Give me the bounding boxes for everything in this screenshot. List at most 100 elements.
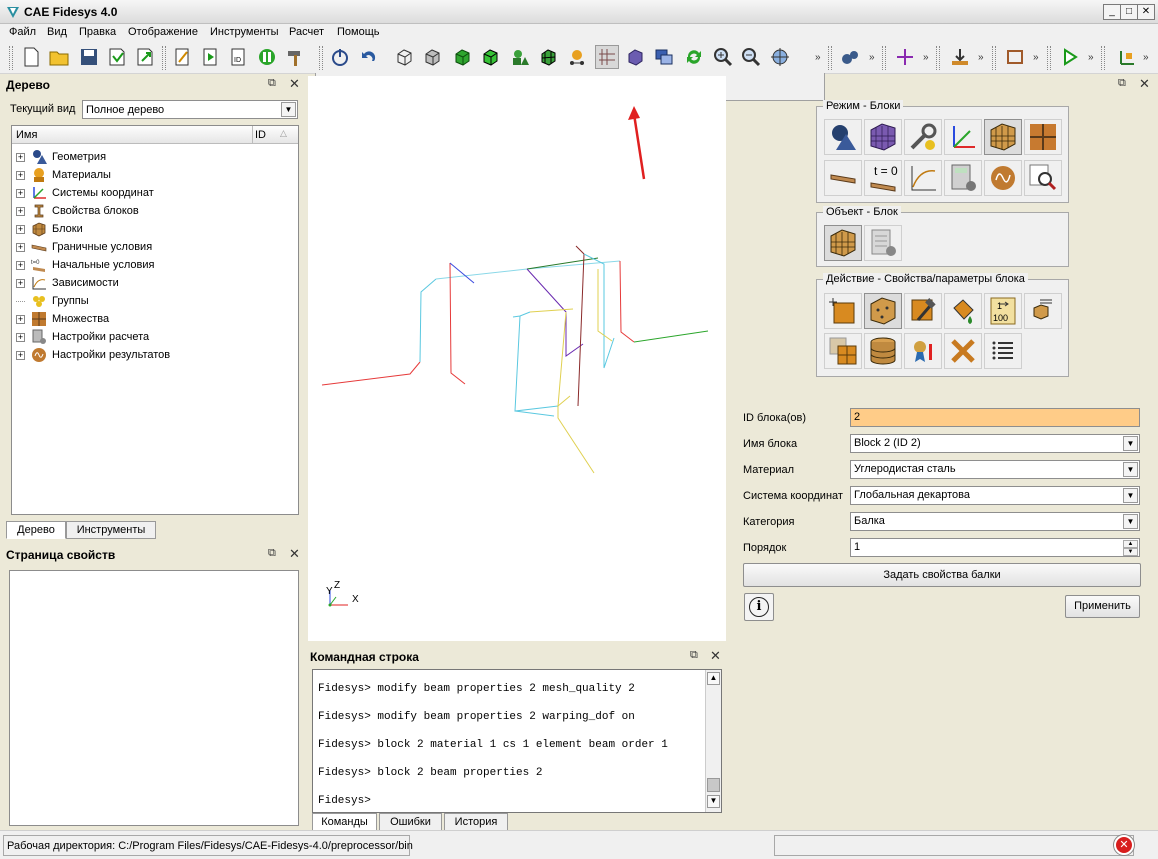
add-point-button[interactable] [893,45,917,69]
tree-item-sets[interactable]: + Множества [16,310,109,328]
mesh-view-button[interactable] [536,45,560,69]
expand-icon[interactable]: + [16,206,25,216]
current-view-select[interactable]: Полное дерево ▼ [82,100,298,119]
action-split-button[interactable] [824,333,862,369]
tree-item-coordinate-systems[interactable]: + Системы координат [16,184,154,202]
constraints-button[interactable] [1003,45,1027,69]
select-window-button[interactable] [652,45,676,69]
set-beam-properties-button[interactable]: Задать свойства балки [743,563,1141,587]
tree-item-groups[interactable]: Группы [16,292,89,310]
stop-calculation-icon[interactable]: ✕ [1114,835,1134,855]
info-button[interactable]: i [744,593,774,621]
action-list-button[interactable] [984,333,1022,369]
export-button[interactable] [133,45,157,69]
object-block-settings-button[interactable] [864,225,902,261]
scroll-up-icon[interactable]: ▲ [707,672,720,685]
mode-sets-button[interactable] [1024,119,1062,155]
toolbar-grip[interactable] [9,46,13,70]
maximize-button[interactable]: □ [1120,4,1138,20]
toolbar-grip[interactable] [1101,46,1105,70]
tree-item-materials[interactable]: + Материалы [16,166,111,184]
mode-search-button[interactable] [1024,160,1062,196]
mode-mesh-button[interactable] [864,119,902,155]
toolbar-grip[interactable] [992,46,996,70]
mesh-settings-button[interactable] [838,45,862,69]
coordinate-system-select[interactable]: Глобальная декартова ▼ [850,486,1140,505]
action-list-blocks-button[interactable] [1024,293,1062,329]
new-file-button[interactable] [19,45,43,69]
action-edit-button[interactable] [904,293,942,329]
mode-boundary-button[interactable] [824,160,862,196]
zoom-out-button[interactable] [739,45,763,69]
mode-initial-button[interactable]: t = 0 [864,160,902,196]
toolbar-grip[interactable] [319,46,323,70]
save-button[interactable] [77,45,101,69]
grid-view-button[interactable] [595,45,619,69]
toolbar-grip[interactable] [936,46,940,70]
action-modify-button[interactable] [864,293,902,329]
toolbar-overflow-chevron[interactable]: » [1088,52,1094,63]
tab-errors[interactable]: Ошибки [379,813,442,831]
tab-tools[interactable]: Инструменты [66,521,156,539]
tree-item-block-properties[interactable]: + Свойства блоков [16,202,139,220]
run-script-button[interactable] [199,45,223,69]
toolbar-overflow-chevron[interactable]: » [923,52,929,63]
spin-up-icon[interactable]: ▲ [1123,540,1138,548]
menu-file[interactable]: Файл [9,26,36,38]
action-renumber-button[interactable]: 1 100 [984,293,1022,329]
block-name-select[interactable]: Block 2 (ID 2) ▼ [850,434,1140,453]
toolbar-overflow-chevron[interactable]: » [815,52,821,63]
block-id-field[interactable]: 2 [850,408,1140,427]
tree-item-initial-conditions[interactable]: + t=0 Начальные условия [16,256,154,274]
menu-tools[interactable]: Инструменты [210,26,279,38]
refresh-button[interactable] [682,45,706,69]
run-calculation-button[interactable] [1058,45,1082,69]
graphics-viewport[interactable]: X Y Z [308,76,726,641]
zoom-in-button[interactable] [711,45,735,69]
results-axes-button[interactable] [1114,45,1138,69]
shaded-edges-view-button[interactable] [478,45,502,69]
perspective-button[interactable] [623,45,647,69]
command-panel-close-icon[interactable]: ✕ [710,648,721,664]
right-panel-float-icon[interactable]: ⧉ [1118,77,1126,90]
toolbar-grip[interactable] [882,46,886,70]
action-quality-button[interactable] [904,333,942,369]
expand-icon[interactable]: + [16,260,25,270]
expand-icon[interactable]: + [16,332,25,342]
menu-display[interactable]: Отображение [128,26,198,38]
category-select[interactable]: Балка ▼ [850,512,1140,531]
mode-dependencies-button[interactable] [904,160,942,196]
spin-down-icon[interactable]: ▼ [1123,548,1138,556]
apply-button[interactable]: Применить [1065,595,1140,618]
object-block-button[interactable] [824,225,862,261]
tree-panel-float-icon[interactable]: ⧉ [268,77,276,90]
tree-item-blocks[interactable]: + Блоки [16,220,83,238]
command-console[interactable]: Fidesys> modify beam properties 2 mesh_q… [312,669,722,813]
menu-view[interactable]: Вид [47,26,67,38]
expand-icon[interactable]: + [16,188,25,198]
close-window-button[interactable]: ✕ [1137,4,1155,20]
tree-item-geometry[interactable]: + Геометрия [16,148,106,166]
id-script-button[interactable]: ID [227,45,251,69]
tree-item-results-settings[interactable]: + Настройки результатов [16,346,170,364]
command-panel-float-icon[interactable]: ⧉ [690,649,698,662]
mode-blocks-button[interactable] [984,119,1022,155]
expand-icon[interactable]: + [16,278,25,288]
edit-script-button[interactable] [171,45,195,69]
wireframe-view-button[interactable] [392,45,416,69]
menu-calculation[interactable]: Расчет [289,26,324,38]
action-paint-button[interactable] [944,293,982,329]
toolbar-overflow-chevron[interactable]: » [1143,52,1149,63]
undo-view-button[interactable] [328,45,352,69]
mode-results-button[interactable] [984,160,1022,196]
minimize-button[interactable]: _ [1103,4,1121,20]
tree-column-name[interactable]: Имя [16,129,37,141]
toolbar-grip[interactable] [828,46,832,70]
mode-calc-settings-button[interactable] [944,160,982,196]
menu-edit[interactable]: Правка [79,26,116,38]
toolbar-grip[interactable] [162,46,166,70]
toolbar-overflow-chevron[interactable]: » [978,52,984,63]
tree-view[interactable]: Имя ID △ + Геометрия + Материалы + Систе… [11,125,299,515]
geometry-view-button[interactable] [508,45,532,69]
scroll-down-icon[interactable]: ▼ [707,795,720,808]
